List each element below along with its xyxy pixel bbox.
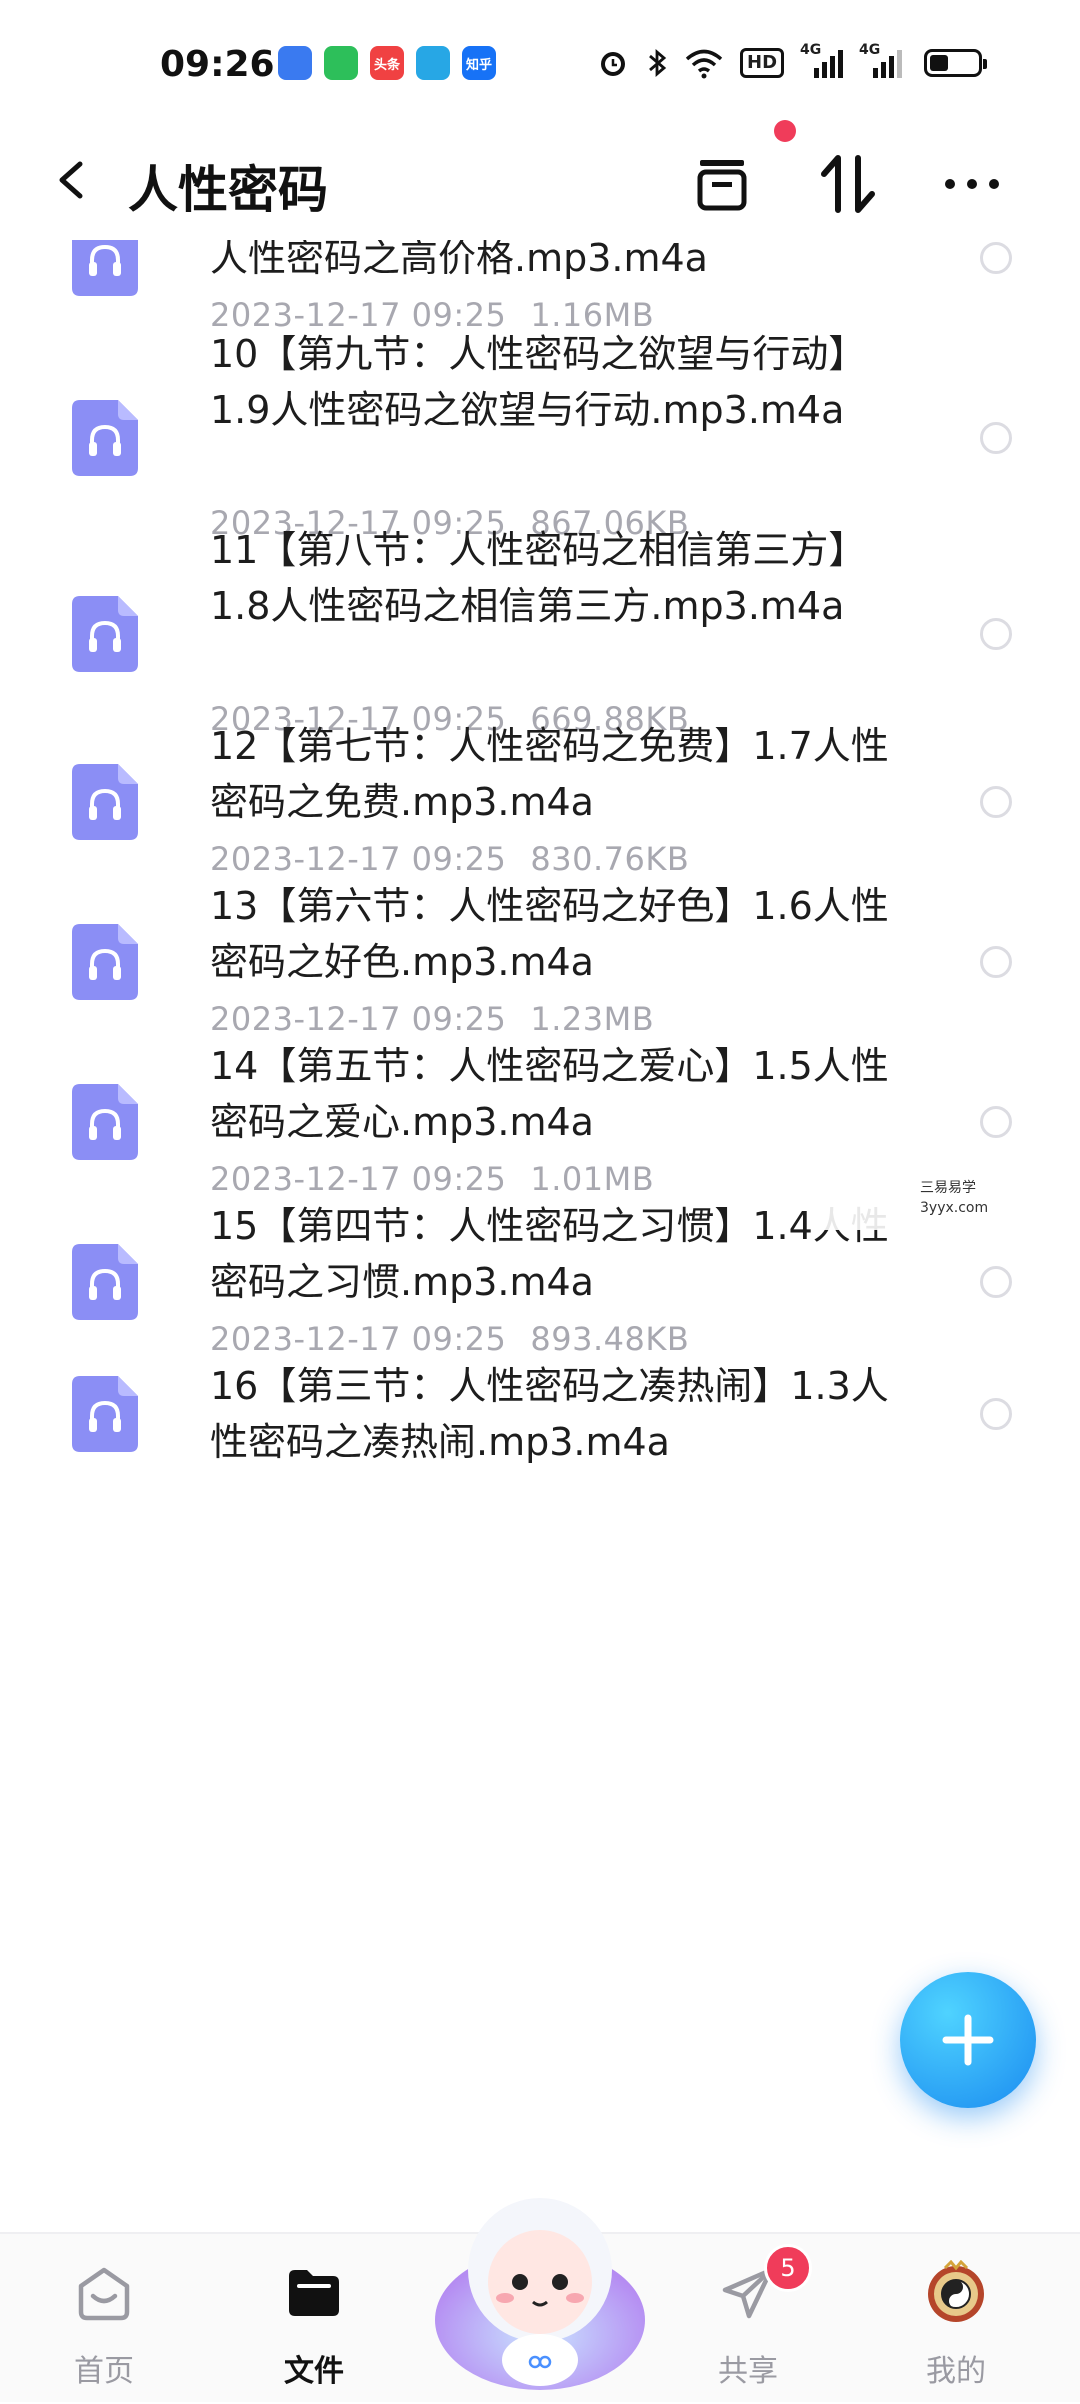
file-date: 2023-12-17 09:25: [210, 1000, 507, 1038]
avatar: [923, 2260, 989, 2326]
nav-mine[interactable]: 我的: [876, 2234, 1036, 2402]
status-time: 09:26: [160, 44, 275, 85]
share-badge: 5: [764, 2244, 812, 2292]
add-button[interactable]: [900, 1972, 1036, 2108]
signal-icon-2: 4G: [859, 42, 903, 78]
sort-icon: [821, 155, 875, 213]
more-icon: [945, 179, 999, 189]
telegram-app-icon: [416, 46, 450, 80]
file-date: 2023-12-17 09:25: [210, 1160, 507, 1198]
audio-file-icon: [72, 1084, 138, 1160]
file-size: 893.48KB: [530, 1320, 690, 1358]
zhihu-app-icon: 知乎: [462, 46, 496, 80]
file-name: 12【第七节：人性密码之免费】1.7人性密码之免费.mp3.m4a: [210, 724, 889, 824]
toutiao-app-icon: 头条: [370, 46, 404, 80]
sort-button[interactable]: [808, 144, 888, 224]
file-name: 16【第三节：人性密码之凑热闹】1.3人性密码之凑热闹.mp3.m4a: [210, 1364, 889, 1464]
file-size: 830.76KB: [530, 840, 690, 878]
hd-icon: HD: [740, 46, 785, 80]
file-name: 11【第八节：人性密码之相信第三方】1.8人性密码之相信第三方.mp3.m4a: [210, 528, 867, 628]
file-date: 2023-12-17 09:25: [210, 840, 507, 878]
audio-file-icon: [72, 240, 138, 296]
audio-file-icon: [72, 1244, 138, 1320]
top-app-bar: 人性密码: [0, 120, 1080, 240]
select-checkbox[interactable]: [980, 1106, 1012, 1138]
file-name: 13【第六节：人性密码之好色】1.6人性密码之好色.mp3.m4a: [210, 884, 889, 984]
status-indicators: HD 4G 4G: [596, 42, 988, 80]
bluetooth-icon: [646, 46, 668, 80]
audio-file-icon: [72, 596, 138, 672]
folder-icon: [281, 2260, 347, 2326]
transfer-list-button[interactable]: [682, 144, 762, 224]
alarm-icon: [596, 46, 630, 80]
nav-files[interactable]: 文件: [234, 2234, 394, 2402]
file-name: 09【第十节：人性密码之高价格】1.10人性密码之高价格.mp3.m4a: [210, 240, 708, 280]
select-checkbox[interactable]: [980, 1266, 1012, 1298]
baidu-netdisk-app-icon: [278, 46, 312, 80]
file-meta: 2023-12-17 09:25 1.01MB: [210, 1160, 654, 1198]
notification-dot: [774, 120, 796, 142]
file-list: 09【第十节：人性密码之高价格】1.10人性密码之高价格.mp3.m4a 2023…: [0, 240, 1080, 2232]
file-name: 15【第四节：人性密码之习惯】1.4人性密码之习惯.mp3.m4a: [210, 1204, 889, 1304]
file-name: 10【第九节：人性密码之欲望与行动】1.9人性密码之欲望与行动.mp3.m4a: [210, 332, 867, 432]
signal-icon: 4G: [800, 42, 844, 78]
nav-home[interactable]: 首页: [24, 2234, 184, 2402]
home-icon: [71, 2260, 137, 2326]
audio-file-icon: [72, 924, 138, 1000]
file-meta: 2023-12-17 09:25 893.48KB: [210, 1320, 689, 1358]
inbox-icon: [697, 160, 747, 211]
status-app-icons: 头条 知乎: [278, 46, 496, 80]
audio-file-icon: [72, 400, 138, 476]
wifi-icon: [684, 46, 724, 80]
watermark: 三易易学 3yyx.com: [822, 1174, 1078, 1230]
more-options-button[interactable]: [932, 144, 1012, 224]
audio-file-icon: [72, 1376, 138, 1452]
page-title: 人性密码: [128, 161, 328, 219]
select-checkbox[interactable]: [980, 1398, 1012, 1430]
file-size: 1.23MB: [530, 1000, 655, 1038]
battery-icon: [924, 46, 988, 80]
status-bar: 09:26 头条 知乎 HD 4G 4G: [0, 0, 1080, 120]
back-button[interactable]: [50, 154, 94, 206]
file-size: 1.01MB: [530, 1160, 655, 1198]
select-checkbox[interactable]: [980, 422, 1012, 454]
select-checkbox[interactable]: [980, 242, 1012, 274]
select-checkbox[interactable]: [980, 786, 1012, 818]
file-meta: 2023-12-17 09:25 1.23MB: [210, 1000, 654, 1038]
select-checkbox[interactable]: [980, 946, 1012, 978]
mascot-icon: [435, 2198, 645, 2390]
plus-icon: [942, 2014, 994, 2066]
select-checkbox[interactable]: [980, 618, 1012, 650]
file-name: 14【第五节：人性密码之爱心】1.5人性密码之爱心.mp3.m4a: [210, 1044, 889, 1144]
file-meta: 2023-12-17 09:25 830.76KB: [210, 840, 689, 878]
chevron-left-icon: [59, 161, 83, 199]
file-date: 2023-12-17 09:25: [210, 1320, 507, 1358]
assistant-mascot-button[interactable]: [425, 2170, 655, 2400]
nav-share[interactable]: 5 共享: [668, 2234, 828, 2402]
audio-file-icon: [72, 764, 138, 840]
messages-app-icon: [324, 46, 358, 80]
